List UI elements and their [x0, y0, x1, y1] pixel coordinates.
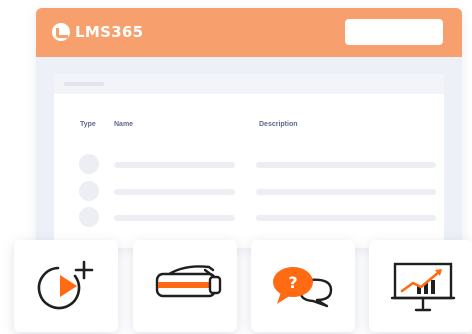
- row-name-placeholder: [114, 215, 235, 221]
- row-description-placeholder: [256, 215, 436, 221]
- feature-card-quiz[interactable]: ?: [251, 240, 355, 332]
- lms365-logo[interactable]: LMS365: [52, 22, 143, 42]
- app-window-mockup: LMS365 Type Name Description: [36, 8, 462, 248]
- feature-card-video[interactable]: [14, 240, 118, 332]
- row-description-placeholder: [256, 189, 436, 195]
- video-add-icon: [37, 260, 94, 310]
- illustration: LMS365 Type Name Description ?: [0, 0, 472, 334]
- app-header: LMS365: [36, 8, 462, 57]
- toolbar-placeholder: [64, 82, 104, 86]
- panel-toolbar: [54, 74, 444, 94]
- table-row[interactable]: [79, 181, 439, 201]
- table-row[interactable]: [79, 154, 439, 174]
- feature-card-analytics[interactable]: [369, 240, 472, 332]
- header-search-box[interactable]: [345, 19, 443, 45]
- logo-mark-icon: [52, 23, 70, 41]
- row-type-placeholder: [79, 181, 99, 201]
- row-name-placeholder: [114, 162, 235, 168]
- column-header-type[interactable]: Type: [80, 121, 96, 128]
- quiz-chat-icon: ?: [273, 267, 333, 308]
- content-panel: Type Name Description: [54, 74, 444, 248]
- table-row[interactable]: [79, 207, 439, 227]
- question-mark-glyph: ?: [288, 273, 297, 292]
- column-header-name[interactable]: Name: [114, 121, 133, 128]
- vr-headset-icon: [155, 265, 222, 298]
- row-type-placeholder: [79, 207, 99, 227]
- column-header-description[interactable]: Description: [259, 121, 298, 128]
- presentation-chart-icon: [390, 262, 456, 312]
- row-type-placeholder: [79, 154, 99, 174]
- feature-card-vr[interactable]: [133, 240, 237, 332]
- row-description-placeholder: [256, 162, 436, 168]
- row-name-placeholder: [114, 189, 235, 195]
- logo-text: LMS365: [75, 23, 144, 41]
